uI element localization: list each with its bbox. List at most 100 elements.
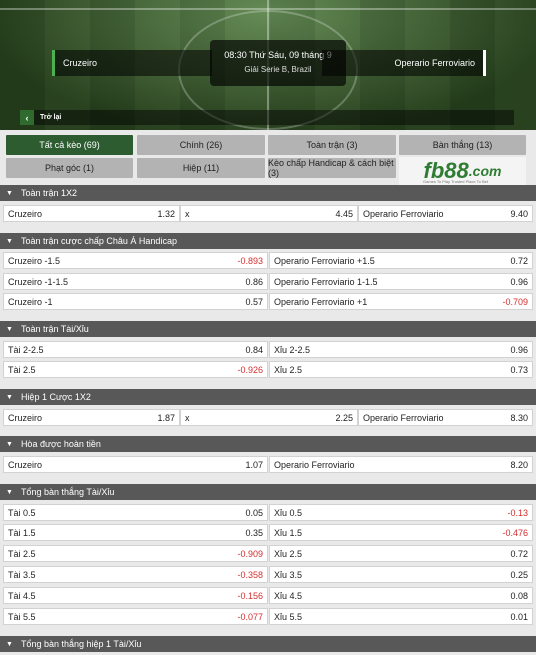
odds-cell[interactable]: Cruzeiro -1-1.5 0.86 [3, 273, 268, 290]
odds-value: -0.893 [237, 255, 263, 266]
tab-goals[interactable]: Bàn thắng (13) [399, 135, 526, 155]
odds-value: -0.709 [502, 296, 528, 307]
tab-all[interactable]: Tất cả kèo (69) [6, 135, 133, 155]
odds-cell[interactable]: Operario Ferroviario 9.40 [358, 205, 533, 222]
tab-main[interactable]: Chính (26) [137, 135, 265, 155]
odds-cell[interactable]: Tài 0.5 0.05 [3, 504, 268, 521]
odds-value: -0.358 [237, 569, 263, 580]
section-header[interactable]: ▼ Toàn trận 1X2 [0, 185, 536, 201]
back-button[interactable]: ‹ [20, 110, 34, 125]
tab-halves[interactable]: Hiệp (11) [137, 158, 265, 178]
odds-value: 0.01 [510, 611, 528, 622]
section-header[interactable]: ▼ Tổng bàn thắng hiệp 1 Tài/Xỉu [0, 636, 536, 652]
odds-cell[interactable]: Operario Ferroviario 1-1.5 0.96 [269, 273, 533, 290]
odds-value: 1.87 [157, 412, 175, 423]
odds-label: Operario Ferroviario 1-1.5 [274, 276, 378, 287]
caret-down-icon: ▼ [6, 488, 13, 496]
odds-label: Tài 3.5 [8, 569, 36, 580]
section-header[interactable]: ▼ Toàn trận Tài/Xỉu [0, 321, 536, 337]
odds-cell[interactable]: Xỉu 2.5 0.72 [269, 545, 533, 562]
caret-down-icon: ▼ [6, 189, 13, 197]
odds-value: 0.35 [245, 527, 263, 538]
tab-corners[interactable]: Phạt góc (1) [6, 158, 133, 178]
odds-label: Tài 1.5 [8, 527, 36, 538]
odds-label: Xỉu 1.5 [274, 527, 303, 538]
odds-cell[interactable]: Tài 2-2.5 0.84 [3, 341, 268, 358]
odds-label: Operario Ferroviario [274, 459, 355, 470]
section-header[interactable]: ▼ Toàn trận cược chấp Châu Á Handicap [0, 233, 536, 249]
odds-cell[interactable]: Xỉu 0.5 -0.13 [269, 504, 533, 521]
odds-label: x [185, 412, 190, 423]
odds-value: 0.25 [510, 569, 528, 580]
odds-label: Tài 5.5 [8, 611, 36, 622]
odds-cell[interactable]: Xỉu 1.5 -0.476 [269, 524, 533, 541]
odds-value: 9.40 [510, 208, 528, 219]
odds-label: Tài 0.5 [8, 507, 36, 518]
odds-label: x [185, 208, 190, 219]
odds-cell[interactable]: Cruzeiro -1.5 -0.893 [3, 252, 268, 269]
odds-cell[interactable]: Operario Ferroviario 8.20 [269, 456, 533, 473]
fb88-promo-banner[interactable]: fb88 .com Games To Play Trusted Place To … [399, 157, 526, 185]
promo-brand-suffix: .com [468, 163, 502, 179]
caret-down-icon: ▼ [6, 325, 13, 333]
section-title: Toàn trận cược chấp Châu Á Handicap [20, 236, 177, 246]
odds-cell[interactable]: Tài 2.5 -0.926 [3, 361, 268, 378]
odds-label: Cruzeiro [8, 412, 43, 423]
tab-label: Chính (26) [179, 140, 223, 150]
odds-cell[interactable]: Tài 1.5 0.35 [3, 524, 268, 541]
odds-value: -0.909 [237, 548, 263, 559]
odds-cell[interactable]: Cruzeiro -1 0.57 [3, 293, 268, 310]
odds-label: Xỉu 2.5 [274, 364, 303, 375]
odds-cell[interactable]: Cruzeiro 1.07 [3, 456, 268, 473]
section-header[interactable]: ▼ Hiệp 1 Cược 1X2 [0, 389, 536, 405]
odds-label: Xỉu 3.5 [274, 569, 303, 580]
section-header[interactable]: ▼ Hòa được hoàn tiền [0, 436, 536, 452]
odds-cell[interactable]: Xỉu 4.5 0.08 [269, 587, 533, 604]
odds-label: Tài 2.5 [8, 364, 36, 375]
away-team: Operario Ferroviario [322, 50, 486, 76]
odds-value: 0.08 [510, 590, 528, 601]
odds-value: -0.13 [507, 507, 528, 518]
odds-cell[interactable]: Xỉu 2.5 0.73 [269, 361, 533, 378]
odds-value: 8.30 [510, 412, 528, 423]
odds-cell[interactable]: x 2.25 [180, 409, 358, 426]
section-title: Tổng bàn thắng hiệp 1 Tài/Xỉu [20, 639, 142, 649]
section-header[interactable]: ▼ Tổng bàn thắng Tài/Xỉu [0, 484, 536, 500]
section-title: Hiệp 1 Cược 1X2 [20, 392, 91, 402]
odds-cell[interactable]: Cruzeiro 1.32 [3, 205, 180, 222]
section-title: Toàn trận 1X2 [20, 188, 77, 198]
odds-label: Tài 4.5 [8, 590, 36, 601]
section-title: Hòa được hoàn tiền [20, 439, 101, 449]
odds-cell[interactable]: Cruzeiro 1.87 [3, 409, 180, 426]
odds-cell[interactable]: Xỉu 5.5 0.01 [269, 608, 533, 625]
odds-cell[interactable]: Operario Ferroviario +1 -0.709 [269, 293, 533, 310]
odds-cell[interactable]: Tài 2.5 -0.909 [3, 545, 268, 562]
odds-cell[interactable]: Operario Ferroviario 8.30 [358, 409, 533, 426]
odds-value: 0.72 [510, 548, 528, 559]
odds-value: 0.84 [245, 344, 263, 355]
odds-value: 0.73 [510, 364, 528, 375]
odds-cell[interactable]: Tài 3.5 -0.358 [3, 566, 268, 583]
tab-handicap[interactable]: Kèo chấp Handicap & cách biệt (3) [268, 158, 396, 178]
section-title: Toàn trận Tài/Xỉu [20, 324, 89, 334]
tab-label: Toàn trận (3) [306, 140, 358, 150]
odds-cell[interactable]: Operario Ferroviario +1.5 0.72 [269, 252, 533, 269]
tab-label: Phạt góc (1) [44, 163, 95, 173]
odds-value: 1.32 [157, 208, 175, 219]
odds-cell[interactable]: Tài 5.5 -0.077 [3, 608, 268, 625]
odds-label: Tài 2.5 [8, 548, 36, 559]
odds-cell[interactable]: x 4.45 [180, 205, 358, 222]
odds-label: Cruzeiro [8, 208, 43, 219]
away-team-name: Operario Ferroviario [394, 58, 475, 68]
back-label[interactable]: Trở lại [40, 114, 61, 121]
odds-label: Xỉu 2.5 [274, 548, 303, 559]
odds-cell[interactable]: Tài 4.5 -0.156 [3, 587, 268, 604]
odds-label: Operario Ferroviario +1 [274, 296, 368, 307]
caret-down-icon: ▼ [6, 237, 13, 245]
odds-cell[interactable]: Xỉu 2-2.5 0.96 [269, 341, 533, 358]
odds-value: 8.20 [510, 459, 528, 470]
odds-cell[interactable]: Xỉu 3.5 0.25 [269, 566, 533, 583]
tab-full-match[interactable]: Toàn trận (3) [268, 135, 396, 155]
home-team: Cruzeiro [52, 50, 212, 76]
odds-label: Cruzeiro -1.5 [8, 255, 61, 266]
